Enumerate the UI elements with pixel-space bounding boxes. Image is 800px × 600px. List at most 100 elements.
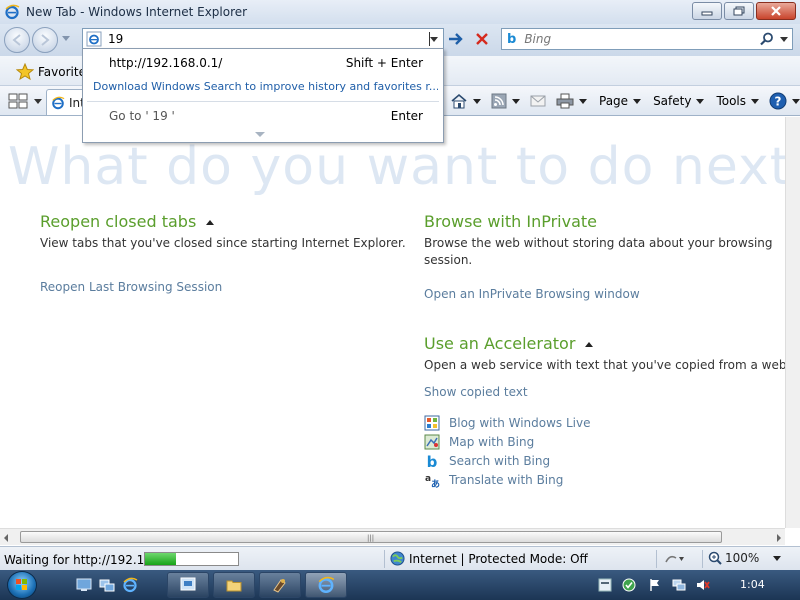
chevron-down-icon[interactable] (255, 132, 265, 137)
reopen-last-session-link[interactable]: Reopen Last Browsing Session (40, 280, 222, 294)
feeds-dropdown[interactable] (512, 98, 520, 104)
help-button[interactable]: ? (769, 92, 800, 110)
collapse-arrow-icon[interactable] (585, 342, 594, 347)
read-mail-button[interactable] (530, 94, 546, 108)
zoom-icon (708, 551, 722, 565)
suggestion-url[interactable]: http://192.168.0.1/ (109, 56, 222, 70)
minimize-icon (701, 11, 713, 16)
control-panel-icon (180, 577, 196, 591)
taskbar-app-control-panel[interactable] (167, 572, 209, 598)
windows-search-promo-link[interactable]: Download Windows Search to improve histo… (93, 80, 438, 93)
print-dropdown[interactable] (579, 98, 587, 104)
tab-list-dropdown[interactable] (34, 99, 42, 104)
search-provider-dropdown[interactable] (780, 37, 788, 42)
security-zone[interactable]: Internet | Protected Mode: Off (390, 551, 588, 566)
forward-arrow-icon (41, 34, 50, 46)
vertical-scrollbar[interactable] (785, 117, 800, 528)
accelerator-title-text: Use an Accelerator (424, 334, 576, 353)
translate-icon: a あ (425, 474, 440, 488)
divider (656, 550, 657, 568)
zone-text: Internet | Protected Mode: Off (409, 551, 588, 566)
collapse-arrow-icon[interactable] (206, 220, 215, 225)
forward-button[interactable] (32, 27, 58, 53)
loading-progress-bar (144, 552, 239, 566)
ie-logo-icon[interactable] (122, 577, 138, 593)
feeds-button[interactable] (491, 93, 520, 109)
close-window-button[interactable] (756, 2, 796, 20)
home-icon (451, 93, 467, 109)
accelerator-item[interactable]: b Search with Bing (424, 453, 550, 469)
safety-menu[interactable]: Safety (651, 94, 705, 108)
accelerator-item[interactable]: a あ Translate with Bing (424, 472, 563, 488)
bing-icon: b (427, 453, 438, 469)
print-button[interactable] (556, 93, 587, 109)
accelerator-section-title[interactable]: Use an Accelerator (424, 334, 594, 353)
zoom-dropdown[interactable] (773, 555, 782, 561)
switch-windows-icon[interactable] (99, 577, 115, 593)
help-dropdown[interactable] (792, 98, 800, 104)
accelerator-label: Translate with Bing (449, 473, 564, 487)
favorites-button[interactable]: Favorite (38, 65, 86, 79)
clock[interactable]: 1:04 (740, 578, 765, 591)
tab-current[interactable]: Int (46, 89, 86, 115)
inprivate-section-title: Browse with InPrivate (424, 212, 598, 231)
show-copied-text-link[interactable]: Show copied text (424, 385, 528, 399)
go-to-suggestion[interactable]: Go to ' 19 ' (109, 109, 175, 123)
favorites-star-icon[interactable] (16, 63, 34, 81)
address-autocomplete: http://192.168.0.1/ Shift + Enter Downlo… (82, 48, 444, 143)
page-menu[interactable]: Page (597, 94, 642, 108)
scroll-left-arrow[interactable] (4, 534, 8, 542)
ie-logo-icon (318, 576, 335, 593)
go-arrow-icon[interactable] (447, 31, 465, 47)
network-icon[interactable] (672, 578, 686, 592)
rss-feed-icon (491, 93, 507, 109)
address-dropdown-arrow[interactable] (430, 37, 438, 42)
address-input[interactable]: 19 (108, 32, 123, 46)
start-button[interactable] (7, 571, 37, 599)
search-icon[interactable] (760, 32, 774, 46)
back-button[interactable] (4, 27, 30, 53)
svg-text:あ: あ (431, 479, 440, 488)
grip-icon: ||| (367, 534, 375, 542)
address-bar[interactable]: 19 (82, 28, 444, 50)
taskbar-app-explorer[interactable] (213, 572, 255, 598)
recent-pages-dropdown[interactable] (62, 36, 70, 41)
home-button[interactable] (450, 93, 481, 109)
quick-tabs-icon[interactable] (8, 93, 28, 109)
tools-menu-label: Tools (716, 94, 747, 108)
scroll-right-arrow[interactable] (777, 534, 781, 542)
accelerator-item[interactable]: Map with Bing (424, 434, 534, 450)
restore-button[interactable] (724, 2, 754, 20)
horizontal-scrollbar[interactable]: ||| (0, 528, 785, 545)
zoom-control[interactable]: 100% (708, 551, 782, 565)
protected-mode-icon[interactable] (664, 552, 686, 566)
chevron-down-icon (696, 98, 705, 104)
stop-icon[interactable] (474, 31, 490, 47)
volume-muted-icon[interactable] (696, 578, 710, 592)
status-bar: Waiting for http://192.168. Internet | P… (0, 546, 800, 570)
reopen-section-title[interactable]: Reopen closed tabs (40, 212, 215, 231)
bing-icon: b (507, 31, 517, 47)
ie-logo-icon (5, 4, 20, 20)
chevron-down-icon (633, 98, 642, 104)
security-center-icon[interactable] (622, 578, 636, 592)
minimize-button[interactable] (692, 2, 722, 20)
suggestion-shortcut: Shift + Enter (345, 56, 423, 70)
action-center-flag-icon[interactable] (648, 578, 662, 592)
language-bar-icon[interactable] (598, 578, 612, 592)
taskbar-app-internet-explorer[interactable] (305, 572, 347, 598)
progress-fill (145, 553, 176, 565)
search-box[interactable]: b Bing (501, 28, 793, 50)
tools-menu[interactable]: Tools (714, 94, 760, 108)
zoom-level: 100% (725, 551, 760, 565)
taskbar-app-paint[interactable] (259, 572, 301, 598)
open-inprivate-link[interactable]: Open an InPrivate Browsing window (424, 287, 640, 301)
new-tab-page: What do you want to do next? Reopen clos… (0, 117, 785, 528)
accelerator-item[interactable]: Blog with Windows Live (424, 415, 591, 431)
home-dropdown[interactable] (473, 98, 481, 104)
inprivate-description-line1: Browse the web without storing data abou… (424, 236, 773, 250)
go-to-shortcut: Enter (390, 109, 423, 123)
scrollbar-thumb[interactable]: ||| (20, 531, 722, 543)
show-desktop-icon[interactable] (76, 577, 92, 593)
chevron-down-icon (751, 98, 760, 104)
